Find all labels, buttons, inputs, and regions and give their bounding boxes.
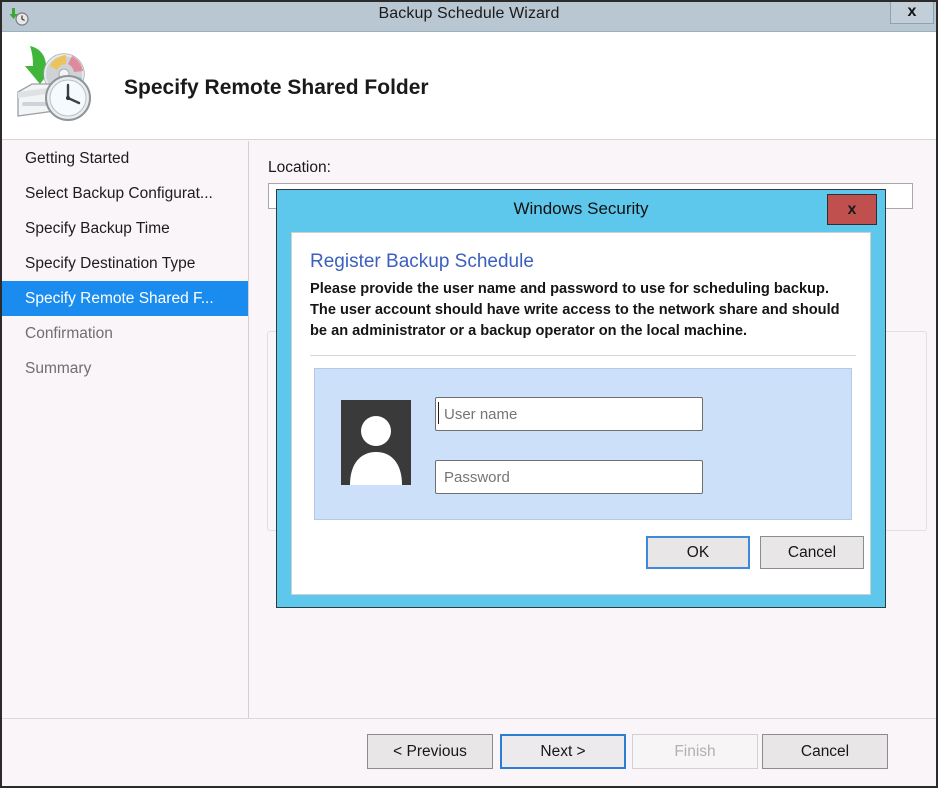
dialog-heading: Register Backup Schedule bbox=[310, 251, 534, 272]
location-label: Location: bbox=[268, 159, 331, 176]
text-caret bbox=[438, 402, 439, 424]
dialog-ok-button[interactable]: OK bbox=[646, 536, 750, 569]
credentials-panel bbox=[314, 368, 852, 520]
sidebar-item-specify-remote-shared-folder[interactable]: Specify Remote Shared F... bbox=[2, 281, 248, 316]
backup-schedule-wizard-window: Backup Schedule Wizard x Specify Remote … bbox=[0, 0, 938, 788]
next-button[interactable]: Next > bbox=[500, 734, 626, 769]
dialog-body: Register Backup Schedule Please provide … bbox=[291, 232, 871, 595]
backup-disk-clock-icon bbox=[10, 40, 98, 128]
password-input[interactable] bbox=[435, 460, 703, 494]
dialog-description: Please provide the user name and passwor… bbox=[310, 281, 840, 339]
page-header: Specify Remote Shared Folder bbox=[2, 32, 936, 140]
sidebar-item-specify-destination-type[interactable]: Specify Destination Type bbox=[2, 246, 248, 281]
previous-button[interactable]: < Previous bbox=[367, 734, 493, 769]
dialog-title: Windows Security bbox=[513, 199, 649, 218]
sidebar-item-confirmation[interactable]: Confirmation bbox=[2, 316, 248, 351]
username-input[interactable] bbox=[435, 397, 703, 431]
dialog-divider bbox=[310, 355, 856, 356]
dialog-close-button[interactable]: x bbox=[827, 194, 877, 225]
window-titlebar: Backup Schedule Wizard x bbox=[2, 2, 936, 32]
cancel-button[interactable]: Cancel bbox=[762, 734, 888, 769]
wizard-footer: < Previous Next > Finish Cancel bbox=[2, 718, 936, 786]
window-close-button[interactable]: x bbox=[890, 2, 934, 24]
sidebar-item-select-backup-configuration[interactable]: Select Backup Configurat... bbox=[2, 176, 248, 211]
dialog-cancel-button[interactable]: Cancel bbox=[760, 536, 864, 569]
windows-security-dialog: Windows Security x Register Backup Sched… bbox=[276, 189, 886, 608]
wizard-steps-sidebar: Getting Started Select Backup Configurat… bbox=[2, 141, 249, 718]
user-avatar-icon bbox=[341, 400, 411, 485]
dialog-titlebar: Windows Security x bbox=[277, 190, 885, 232]
window-title: Backup Schedule Wizard bbox=[378, 5, 560, 22]
finish-button: Finish bbox=[632, 734, 758, 769]
sidebar-item-getting-started[interactable]: Getting Started bbox=[2, 141, 248, 176]
sidebar-item-specify-backup-time[interactable]: Specify Backup Time bbox=[2, 211, 248, 246]
page-title: Specify Remote Shared Folder bbox=[124, 76, 429, 99]
sidebar-item-summary[interactable]: Summary bbox=[2, 351, 248, 386]
